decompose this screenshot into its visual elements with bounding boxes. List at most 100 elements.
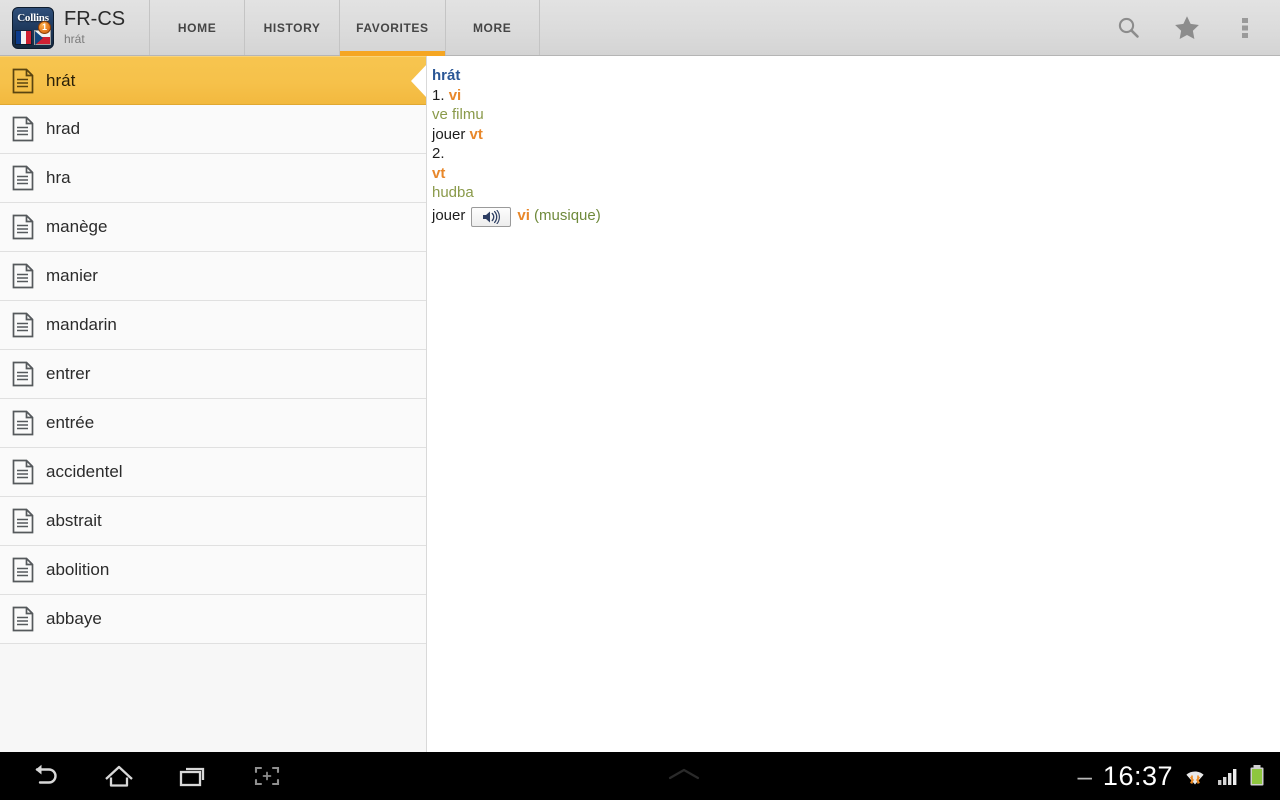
notification-badge: 1	[38, 20, 51, 34]
list-item-label: entrer	[46, 364, 91, 383]
document-icon	[12, 410, 34, 436]
system-navigation-bar: – 16:37	[0, 752, 1280, 800]
list-item-abolition[interactable]: abolition	[0, 546, 426, 595]
sense-1-context-label: ve filmu	[432, 106, 484, 123]
paren-text: musique	[539, 206, 596, 224]
document-icon	[12, 116, 34, 142]
wifi-icon	[1182, 764, 1208, 788]
sense-1-pos: vi	[448, 86, 462, 104]
notification-handle[interactable]	[658, 763, 710, 790]
list-item-manier[interactable]: manier	[0, 252, 426, 301]
action-buttons	[1100, 0, 1280, 55]
sense-2-translation: jouer	[432, 206, 466, 224]
list-item-label: abstrait	[46, 511, 102, 530]
sense-1-translation-pos: vt	[469, 125, 483, 143]
list-item-label: hrát	[46, 70, 76, 90]
sense-2-parenthetical: (musique)	[534, 207, 601, 224]
sense-2-context: hudba	[432, 183, 1280, 203]
home-button[interactable]	[96, 756, 142, 796]
document-icon	[12, 361, 34, 387]
definition-headword-line: hrát	[432, 66, 1280, 86]
sense-2-pos: vt	[432, 164, 446, 182]
sense-1-translation-line: jouer vt	[432, 125, 1280, 145]
recent-apps-button[interactable]	[170, 756, 216, 796]
star-icon	[1172, 13, 1202, 43]
document-icon	[12, 606, 34, 632]
list-item-abbaye[interactable]: abbaye	[0, 595, 426, 644]
selection-arrow-icon	[411, 63, 426, 98]
list-item-label: hra	[46, 168, 71, 187]
sense-2-pos-line: vt	[432, 164, 1280, 184]
sense-2-context-label: hudba	[432, 184, 474, 201]
app-root: Collins 1 FR-CS hrát HOME HISTORY FAVORI…	[0, 0, 1280, 800]
screenshot-icon	[250, 762, 284, 790]
sense-2-number: 2.	[432, 145, 445, 162]
overflow-menu-icon	[1241, 15, 1249, 41]
speaker-icon	[481, 209, 501, 224]
document-icon	[12, 263, 34, 289]
sense-2-translation-pos: vi	[517, 206, 530, 224]
list-item-abstrait[interactable]: abstrait	[0, 497, 426, 546]
status-dash: –	[1077, 761, 1092, 791]
list-item-label: entrée	[46, 413, 95, 432]
list-item-label: mandarin	[46, 315, 117, 334]
sense-1-context: ve filmu	[432, 105, 1280, 125]
list-item-hrat[interactable]: hrát	[0, 56, 426, 105]
list-item-label: manège	[46, 217, 108, 236]
search-icon	[1116, 15, 1142, 41]
sense-1-translation: jouer	[432, 125, 466, 143]
list-item-hrad[interactable]: hrad	[0, 105, 426, 154]
list-item-label: abbaye	[46, 609, 102, 628]
status-bar[interactable]: – 16:37	[1077, 761, 1280, 792]
document-icon	[12, 165, 34, 191]
list-item-accidentel[interactable]: accidentel	[0, 448, 426, 497]
list-item-label: abolition	[46, 560, 110, 579]
list-item-label: hrad	[46, 119, 81, 138]
definition-entry: hrát 1. vi ve filmu jouer vt 2. vt hudba	[432, 66, 1280, 229]
list-item-entrer[interactable]: entrer	[0, 350, 426, 399]
paren-close: )	[595, 206, 601, 224]
list-item-entree[interactable]: entrée	[0, 399, 426, 448]
search-button[interactable]	[1100, 0, 1158, 56]
title-block: FR-CS hrát	[64, 9, 125, 46]
list-item-hra[interactable]: hra	[0, 154, 426, 203]
battery-icon	[1248, 764, 1266, 788]
tab-bar: HOME HISTORY FAVORITES MORE	[149, 0, 540, 56]
app-brand[interactable]: Collins 1 FR-CS hrát	[0, 0, 131, 55]
sense-2-translation-line: jouer vi (musique)	[432, 203, 1280, 229]
definition-headword: hrát	[432, 67, 461, 84]
list-item-manege[interactable]: manège	[0, 203, 426, 252]
screenshot-button[interactable]	[244, 756, 290, 796]
list-item-label: manier	[46, 266, 98, 285]
sense-2-number-line: 2.	[432, 144, 1280, 164]
action-bar: Collins 1 FR-CS hrát HOME HISTORY FAVORI…	[0, 0, 1280, 56]
tab-history[interactable]: HISTORY	[244, 0, 339, 55]
list-item-label: accidentel	[46, 462, 123, 481]
collins-app-icon: Collins 1	[12, 6, 54, 49]
document-icon	[12, 214, 34, 240]
overflow-menu-button[interactable]	[1216, 0, 1274, 56]
favorites-button[interactable]	[1158, 0, 1216, 56]
document-icon	[12, 508, 34, 534]
list-item-mandarin[interactable]: mandarin	[0, 301, 426, 350]
french-flag	[15, 29, 32, 45]
status-clock: 16:37	[1102, 760, 1173, 791]
definition-pane: hrát 1. vi ve filmu jouer vt 2. vt hudba	[428, 56, 1280, 752]
sense-1-header: 1. vi	[432, 86, 1280, 106]
document-icon	[12, 557, 34, 583]
recent-apps-icon	[176, 762, 210, 790]
word-list-pane[interactable]: hrát hrad hra manège manier mandarin ent…	[0, 56, 427, 752]
tab-favorites[interactable]: FAVORITES	[339, 0, 445, 56]
nav-center-area	[290, 763, 1077, 790]
back-arrow-icon	[28, 762, 62, 790]
tab-more[interactable]: MORE	[444, 0, 540, 55]
pronounce-button[interactable]	[471, 206, 512, 227]
document-icon	[12, 68, 34, 94]
back-button[interactable]	[22, 756, 68, 796]
home-icon	[102, 762, 136, 790]
tab-home[interactable]: HOME	[149, 0, 244, 55]
document-icon	[12, 459, 34, 485]
app-title: FR-CS	[64, 8, 126, 31]
cellular-signal-icon	[1217, 765, 1239, 787]
